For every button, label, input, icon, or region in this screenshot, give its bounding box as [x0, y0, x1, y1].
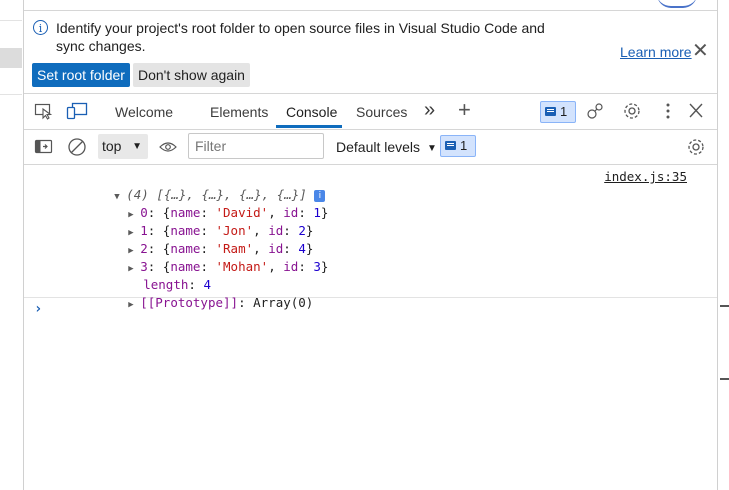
devtools-panel: i Identify your project's root folder to…	[24, 0, 717, 490]
console-messages-badge[interactable]: 1	[440, 135, 476, 157]
performance-icon[interactable]	[586, 102, 606, 120]
set-root-folder-button[interactable]: Set root folder	[32, 63, 130, 87]
issues-badge[interactable]: 1	[540, 101, 576, 123]
sidebar-toggle-icon[interactable]	[34, 138, 54, 156]
devtools-top-edge	[24, 0, 717, 11]
entry-name: 'Mohan'	[215, 259, 269, 274]
info-icon: i	[33, 20, 48, 35]
page-selected-item	[0, 48, 22, 68]
device-emulation-icon[interactable]	[66, 102, 88, 120]
prototype-row[interactable]: ▶ [[Prototype]]: Array(0)	[68, 277, 313, 331]
page-divider	[0, 94, 22, 95]
console-output: ▼ (4) [{…}, {…}, {…}, {…}] i index.js:35 …	[24, 165, 717, 490]
console-message: ▼ (4) [{…}, {…}, {…}, {…}] i index.js:35 …	[24, 165, 717, 310]
context-value: top	[102, 138, 122, 154]
console-settings-icon[interactable]	[686, 137, 706, 155]
tab-elements[interactable]: Elements	[210, 104, 268, 120]
live-expression-eye-icon[interactable]	[158, 139, 178, 157]
source-link[interactable]: index.js:35	[604, 169, 687, 184]
vscode-infobar: i Identify your project's root folder to…	[24, 11, 717, 94]
clear-console-icon[interactable]	[67, 137, 87, 156]
dont-show-again-button[interactable]: Don't show again	[133, 63, 250, 87]
page-divider	[0, 20, 22, 21]
more-options-icon[interactable]	[658, 102, 678, 120]
log-levels-label: Default levels	[336, 139, 421, 155]
new-tab-icon[interactable]: +	[458, 97, 471, 123]
close-devtools-icon[interactable]	[686, 102, 706, 120]
chevron-down-icon: ▼	[426, 143, 437, 154]
page-edge-left	[0, 0, 24, 490]
more-tabs-icon[interactable]: »	[424, 99, 435, 122]
message-icon	[545, 107, 556, 117]
inspect-element-icon[interactable]	[34, 102, 54, 120]
message-icon	[445, 141, 456, 151]
prototype-label: [[Prototype]]	[140, 295, 239, 310]
scrollbar-mark	[720, 305, 729, 307]
console-prompt[interactable]: ›	[34, 301, 42, 317]
scrollbar-mark	[720, 378, 729, 380]
active-tab-indicator	[276, 125, 342, 128]
log-levels-dropdown[interactable]: Default levels ▼	[336, 139, 437, 155]
console-toolbar: top ▼ Default levels ▼ 1	[24, 130, 717, 165]
page-edge-right	[717, 0, 729, 490]
browser-logo-fragment	[657, 0, 697, 8]
entry-id: 1	[313, 205, 321, 220]
learn-more-link[interactable]: Learn more	[620, 44, 692, 60]
entry-id: 3	[313, 259, 321, 274]
tab-welcome[interactable]: Welcome	[115, 104, 173, 120]
filter-input[interactable]	[188, 133, 324, 159]
tab-console[interactable]: Console	[286, 104, 337, 120]
settings-icon[interactable]	[622, 102, 642, 120]
infobar-message: Identify your project's root folder to o…	[56, 20, 545, 54]
tab-sources[interactable]: Sources	[356, 104, 407, 120]
prototype-value: Array(0)	[253, 295, 314, 310]
messages-count: 1	[460, 138, 468, 153]
issues-count: 1	[560, 104, 568, 119]
chevron-down-icon: ▼	[132, 141, 142, 152]
context-selector[interactable]: top ▼	[98, 134, 148, 159]
devtools-tabbar: Welcome Elements Console Sources » + 1	[24, 94, 717, 130]
collapsed-triangle-icon: ▶	[128, 300, 134, 310]
close-icon[interactable]: ✕	[692, 41, 709, 61]
